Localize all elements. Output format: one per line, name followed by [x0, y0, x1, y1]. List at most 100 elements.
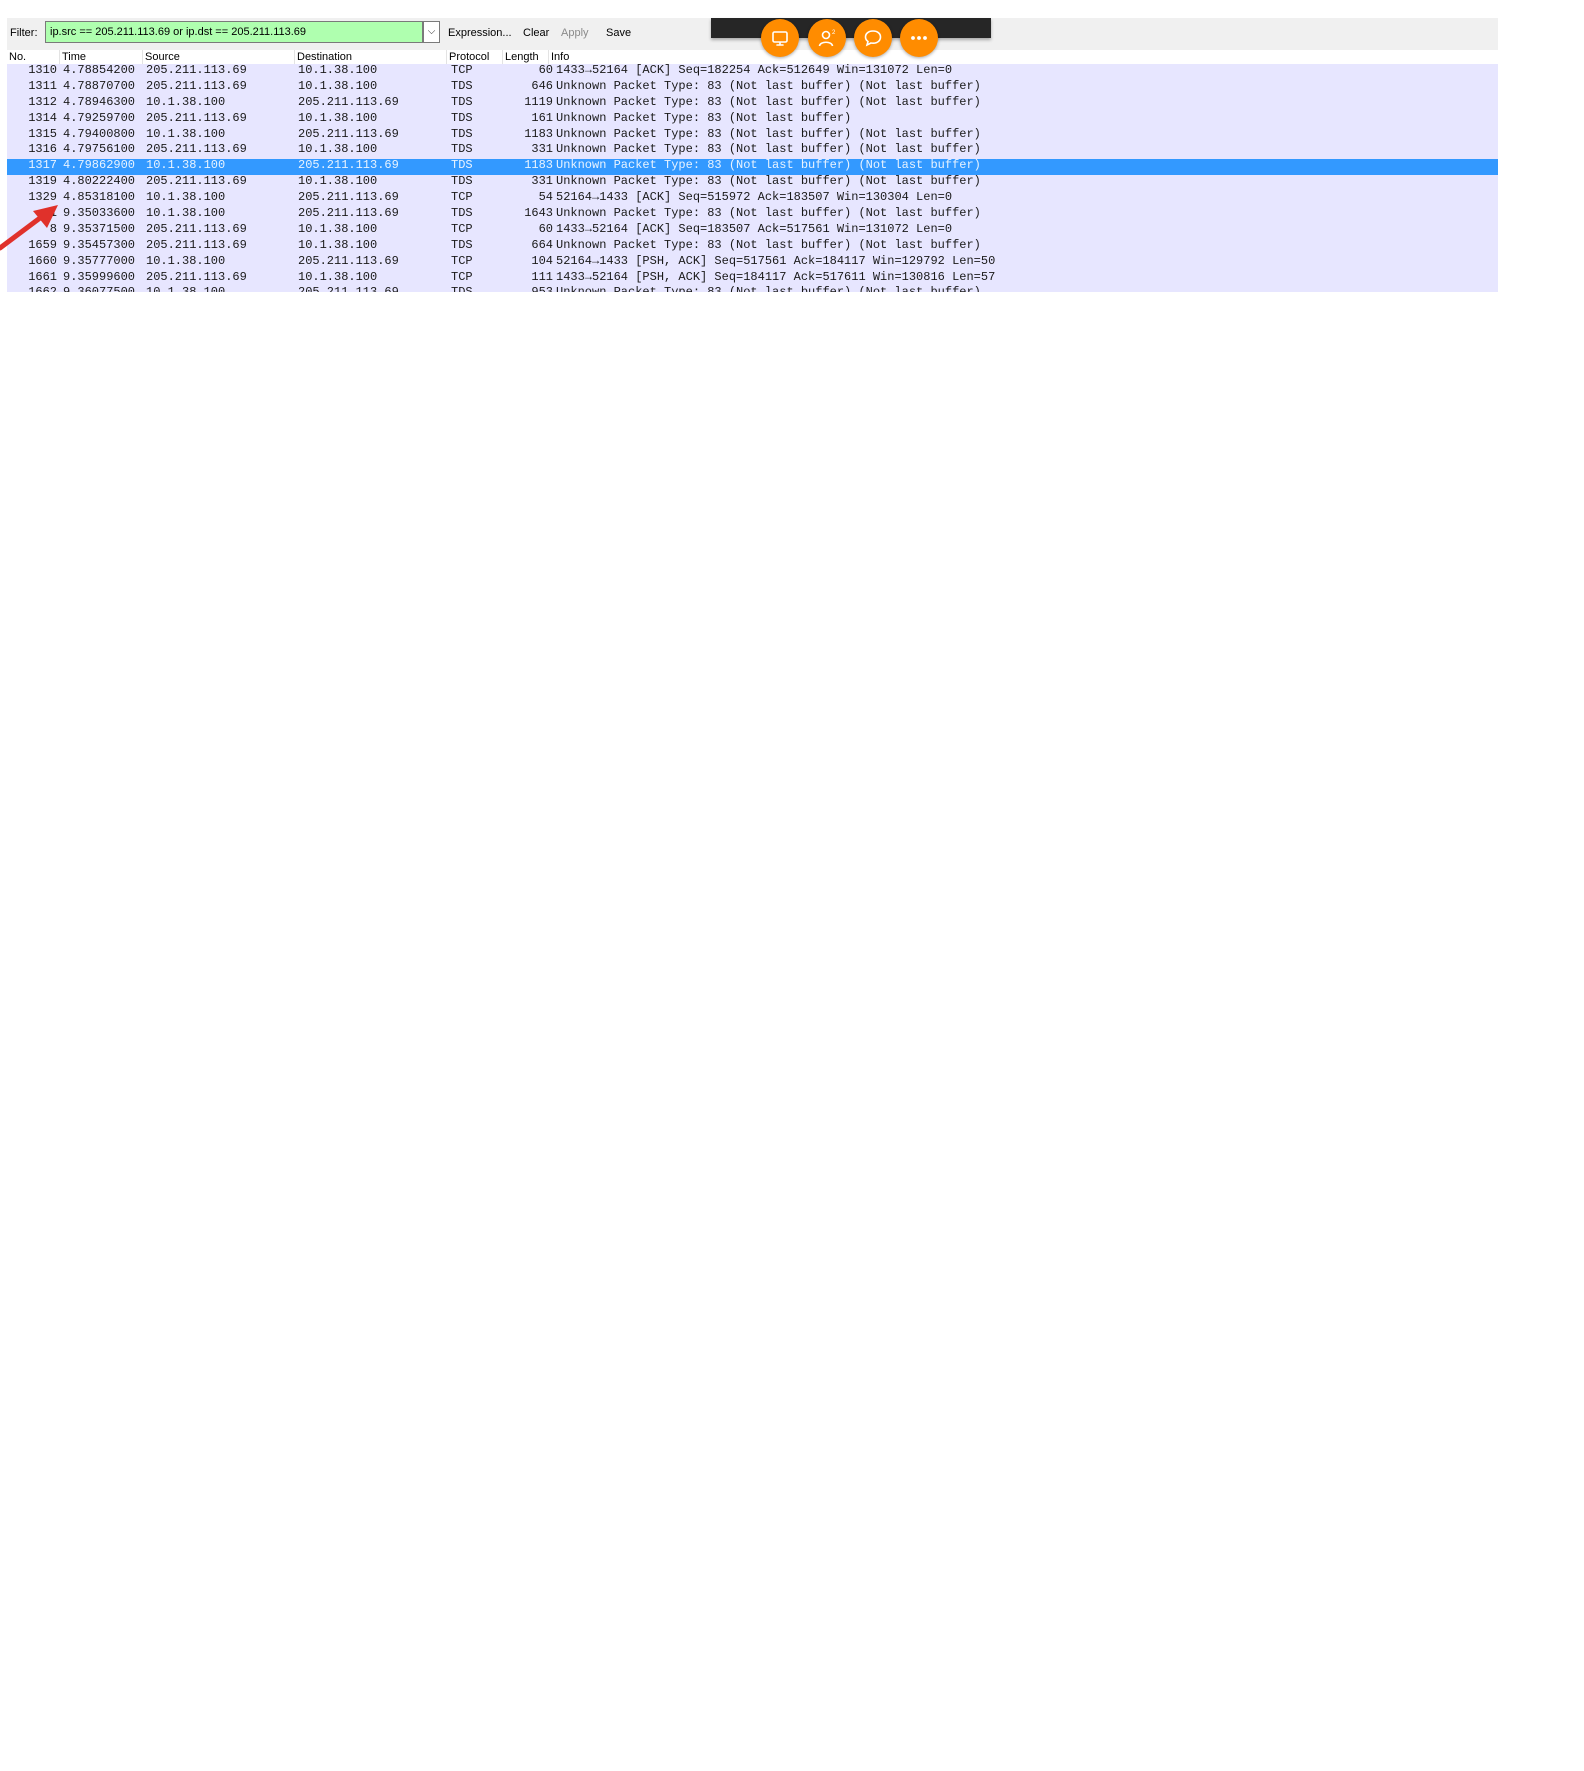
chat-button[interactable]	[854, 19, 892, 57]
filter-history-dropdown[interactable]: ⌵	[423, 21, 440, 43]
packet-row[interactable]: 1315 4.79400800 10.1.38.100 205.211.113.69 T…	[7, 126, 1498, 144]
packet-row[interactable]: 1659 9.35457300 205.211.113.69 10.1.38.100 T…	[7, 237, 1498, 255]
packet-length: 60	[538, 221, 553, 236]
column-header-source[interactable]: Source	[143, 50, 295, 64]
packet-no: 1661	[28, 269, 57, 284]
screen-share-icon	[772, 31, 788, 46]
packet-no: 1316	[28, 142, 57, 157]
packet-info: Unknown Packet Type: 83 (Not last buffer…	[556, 174, 981, 189]
packet-row[interactable]: 1661 9.35999600 205.211.113.69 10.1.38.100 T…	[7, 269, 1498, 287]
packet-info: Unknown Packet Type: 83 (Not last buffer…	[556, 78, 981, 93]
packet-time: 4.79400800	[63, 126, 136, 141]
packet-info: Unknown Packet Type: 83 (Not last buffer…	[556, 126, 981, 141]
screen-share-button[interactable]	[761, 19, 799, 57]
packet-info: Unknown Packet Type: 83 (Not last buffer…	[556, 94, 981, 109]
packet-no: 1319	[28, 174, 57, 189]
chevron-down-icon: ⌵	[427, 26, 436, 37]
column-header-time[interactable]: Time	[60, 50, 143, 64]
column-header-protocol[interactable]: Protocol	[447, 50, 503, 64]
packet-length: 1643	[524, 206, 553, 221]
packet-protocol: TDS	[451, 94, 473, 109]
packet-length: 1119	[524, 94, 553, 109]
annotation-arrow-icon	[0, 205, 58, 251]
packet-row[interactable]: 1316 4.79756100 205.211.113.69 10.1.38.100 T…	[7, 142, 1498, 160]
packet-time: 4.80222400	[63, 174, 136, 189]
packet-length: 104	[531, 253, 553, 268]
packet-info: Unknown Packet Type: 83 (Not last buffer…	[556, 158, 981, 173]
save-button[interactable]: Save	[606, 27, 631, 39]
packet-info: 1433→52164 [PSH, ACK] Seq=184117 Ack=517…	[556, 269, 996, 284]
more-icon	[911, 36, 927, 40]
packet-source: 10.1.38.100	[146, 206, 226, 221]
wireshark-packet-pane: Filter: ip.src == 205.211.113.69 or ip.d…	[7, 18, 1498, 292]
packet-protocol: TDS	[451, 237, 473, 252]
packet-info: 1433→52164 [ACK] Seq=183507 Ack=517561 W…	[556, 221, 953, 236]
chat-icon	[864, 30, 882, 47]
packet-row[interactable]: 1310 4.78854200 205.211.113.69 10.1.38.100 T…	[7, 64, 1498, 80]
packet-row[interactable]: 1319 4.80222400 205.211.113.69 10.1.38.100 T…	[7, 174, 1498, 192]
packet-protocol: TDS	[451, 110, 473, 125]
packet-time: 4.79756100	[63, 142, 136, 157]
packet-row[interactable]: 1311 4.78870700 205.211.113.69 10.1.38.100 T…	[7, 78, 1498, 96]
participants-button[interactable]: 2	[808, 19, 846, 57]
display-filter-input[interactable]: ip.src == 205.211.113.69 or ip.dst == 20…	[45, 21, 423, 43]
packet-time: 4.78870700	[63, 78, 136, 93]
packet-protocol: TCP	[451, 190, 473, 205]
packet-row[interactable]: 19.3503360010.1.38.100205.211.113.69TDS1…	[7, 207, 1498, 223]
expression-button[interactable]: Expression...	[448, 27, 512, 39]
packet-protocol: TDS	[451, 174, 473, 189]
packet-destination: 10.1.38.100	[298, 237, 378, 252]
packet-time: 9.35777000	[63, 253, 136, 268]
packet-source: 205.211.113.69	[146, 78, 247, 93]
column-header-no[interactable]: No.	[7, 50, 60, 64]
column-header-destination[interactable]: Destination	[295, 50, 447, 64]
packet-length: 953	[507, 286, 553, 292]
packet-source: 205.211.113.69	[146, 237, 247, 252]
packet-length: 54	[538, 190, 553, 205]
packet-destination: 205.211.113.69	[298, 253, 399, 268]
packet-info: Unknown Packet Type: 83 (Not last buffer…	[556, 110, 852, 125]
packet-row[interactable]: 8 9.35371500 205.211.113.69 10.1.38.100 TCP 6…	[7, 221, 1498, 239]
packet-destination: 205.211.113.69	[298, 286, 399, 292]
packet-row[interactable]: 1317 4.79862900 10.1.38.100 205.211.113.69 T…	[7, 158, 1498, 176]
packet-source: 10.1.38.100	[146, 190, 226, 205]
packet-info: 52164→1433 [PSH, ACK] Seq=517561 Ack=184…	[556, 253, 996, 268]
packet-info: 1433→52164 [ACK] Seq=182254 Ack=512649 W…	[556, 63, 953, 77]
participants-count: 2	[832, 30, 836, 36]
packet-protocol: TDS	[451, 78, 473, 93]
packet-length: 1183	[524, 126, 553, 141]
packet-destination: 205.211.113.69	[298, 94, 399, 109]
packet-time: 9.35457300	[63, 237, 136, 252]
clear-button[interactable]: Clear	[523, 27, 549, 39]
packet-source: 205.211.113.69	[146, 142, 247, 157]
packet-time: 4.78854200	[63, 63, 136, 77]
packet-length: 646	[531, 78, 553, 93]
column-header-info[interactable]: Info	[549, 50, 1498, 64]
packet-length: 331	[531, 174, 553, 189]
packet-time: 4.85318100	[63, 190, 136, 205]
packet-protocol: TDS	[451, 142, 473, 157]
packet-destination: 10.1.38.100	[298, 269, 378, 284]
column-header-length[interactable]: Length	[503, 50, 549, 64]
more-options-button[interactable]	[900, 19, 938, 57]
packet-row[interactable]: 1314 4.79259700 205.211.113.69 10.1.38.100 T…	[7, 110, 1498, 128]
packet-protocol: TCP	[451, 221, 473, 236]
packet-destination: 10.1.38.100	[298, 63, 378, 77]
packet-row[interactable]: 1660 9.35777000 10.1.38.100 205.211.113.69 T…	[7, 253, 1498, 271]
packet-row[interactable]: 1329 4.85318100 10.1.38.100 205.211.113.69 T…	[7, 190, 1498, 208]
packet-no: 1315	[28, 126, 57, 141]
apply-button[interactable]: Apply	[561, 27, 589, 39]
packet-no: 1662	[7, 286, 57, 292]
participants-icon: 2	[818, 30, 836, 47]
packet-no: 1314	[28, 110, 57, 125]
packet-row[interactable]: 1662 9.36077500 10.1.38.100 205.211.113.69 T…	[7, 286, 1498, 292]
packet-destination: 205.211.113.69	[298, 190, 399, 205]
packet-destination: 10.1.38.100	[298, 142, 378, 157]
packet-source: 205.211.113.69	[146, 110, 247, 125]
packet-destination: 10.1.38.100	[298, 174, 378, 189]
packet-row[interactable]: 1312 4.78946300 10.1.38.100 205.211.113.69 T…	[7, 94, 1498, 112]
packet-list: 1310 4.78854200 205.211.113.69 10.1.38.100 T…	[7, 64, 1498, 292]
packet-time: 9.35999600	[63, 269, 136, 284]
packet-info: Unknown Packet Type: 83 (Not last buffer…	[556, 286, 981, 292]
packet-info: Unknown Packet Type: 83 (Not last buffer…	[556, 237, 981, 252]
